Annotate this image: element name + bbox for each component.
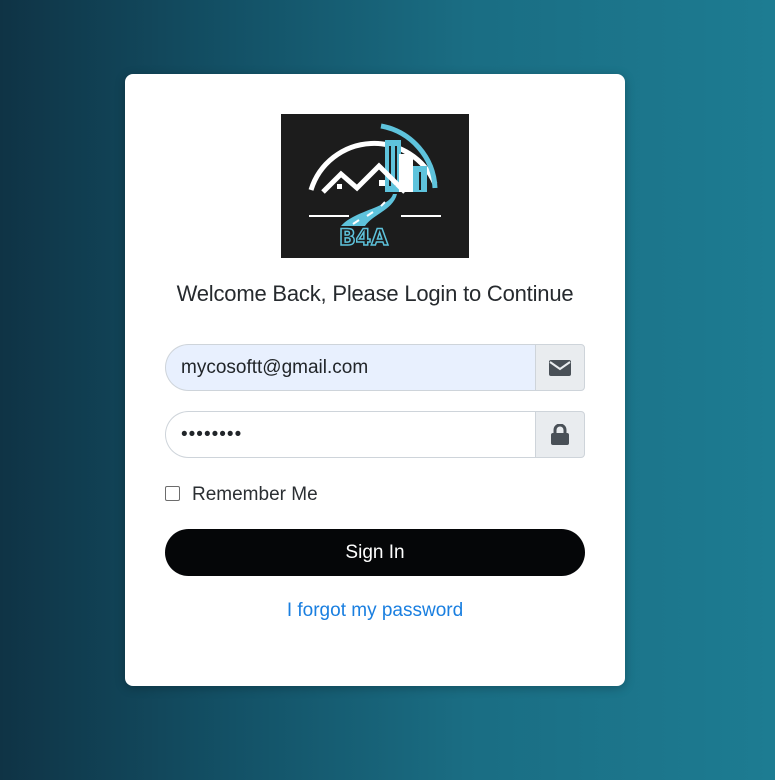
page-title: Welcome Back, Please Login to Continue bbox=[176, 281, 574, 306]
remember-me[interactable]: Remember Me bbox=[165, 484, 318, 506]
sign-in-button[interactable]: Sign In bbox=[165, 529, 585, 576]
password-field[interactable]: •••••••• bbox=[165, 411, 535, 458]
logo-text: B4A bbox=[338, 225, 389, 252]
forgot-password-link[interactable]: I forgot my password bbox=[125, 600, 625, 622]
password-addon bbox=[535, 411, 585, 458]
brand-logo: B4A bbox=[281, 114, 469, 258]
login-card: B4A Welcome Back, Please Login to Contin… bbox=[125, 74, 625, 686]
email-input-group: mycosoftt@gmail.com bbox=[165, 344, 585, 391]
remember-me-checkbox[interactable] bbox=[165, 486, 180, 501]
envelope-icon bbox=[549, 359, 571, 376]
password-input-group: •••••••• bbox=[165, 411, 585, 458]
email-field[interactable]: mycosoftt@gmail.com bbox=[165, 344, 535, 391]
remember-me-label[interactable]: Remember Me bbox=[192, 484, 318, 506]
lock-icon bbox=[551, 424, 569, 445]
email-addon bbox=[535, 344, 585, 391]
